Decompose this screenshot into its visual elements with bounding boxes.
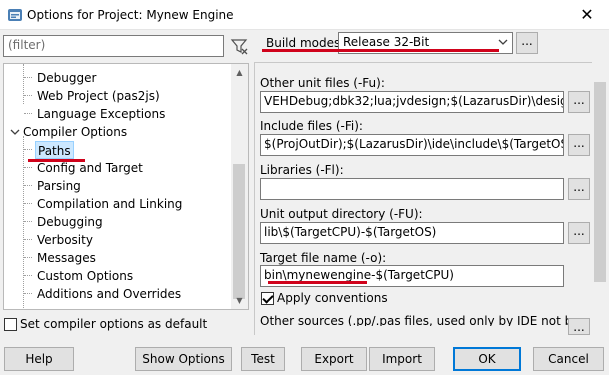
tree-item-config-and-target[interactable]: Config and Target <box>37 159 143 177</box>
other-sources-browse-button[interactable]: ... <box>568 318 590 335</box>
paths-panel-scrollbar[interactable] <box>592 62 609 335</box>
include-files-field[interactable]: $(ProjOutDir);$(LazarusDir)\ide\include\… <box>260 134 564 156</box>
unit-output-dir-browse-button[interactable]: ... <box>568 222 590 244</box>
tree-item-paths[interactable]: Paths <box>35 141 74 159</box>
window-close-button[interactable]: ✕ <box>565 0 609 30</box>
build-mode-value: Release 32-Bit <box>343 35 430 49</box>
tree-line <box>24 257 32 258</box>
include-files-label: Include files (-Fi): <box>260 119 363 133</box>
tree-item-custom-options[interactable]: Custom Options <box>37 267 133 285</box>
include-files-browse-button[interactable]: ... <box>568 134 590 156</box>
window-title: Options for Project: Mynew Engine <box>27 8 234 22</box>
tree-item-debugger[interactable]: Debugger <box>37 69 96 87</box>
other-unit-files-field[interactable]: VEHDebug;dbk32;lua;jvdesign;$(LazarusDir… <box>260 91 564 113</box>
tree-line <box>24 293 32 294</box>
other-sources-label: Other sources (.pp/.pas files, used only… <box>260 314 590 326</box>
test-button[interactable]: Test <box>241 347 285 371</box>
filter-input[interactable]: (filter) <box>3 35 224 57</box>
lazarus-app-icon <box>8 9 22 21</box>
tree-scrollbar[interactable]: ▲ ▼ <box>231 64 248 309</box>
chevron-down-icon <box>498 39 508 45</box>
tree-item-compiler-options[interactable]: Compiler Options <box>23 123 127 141</box>
cancel-button[interactable]: Cancel <box>533 347 604 371</box>
help-button[interactable]: Help <box>4 347 74 371</box>
scroll-down-arrow-icon[interactable]: ▼ <box>231 292 248 309</box>
show-options-button[interactable]: Show Options <box>135 347 232 371</box>
tree-line <box>24 95 32 96</box>
tree-line <box>24 185 32 186</box>
title-bar: Options for Project: Mynew Engine ✕ <box>0 0 609 30</box>
tree-item-debugging[interactable]: Debugging <box>37 213 103 231</box>
apply-conventions-checkbox[interactable] <box>261 292 274 305</box>
tree-line <box>24 167 32 168</box>
tree-line <box>24 203 32 204</box>
tree-scroll-thumb[interactable] <box>233 164 245 299</box>
set-default-label: Set compiler options as default <box>20 317 208 331</box>
tree-item-parsing[interactable]: Parsing <box>37 177 81 195</box>
chevron-down-icon[interactable] <box>10 127 20 137</box>
tree-line <box>24 275 32 276</box>
tree-item-verbosity[interactable]: Verbosity <box>37 231 93 249</box>
target-file-name-label: Target file name (-o): <box>260 251 387 265</box>
tree-item-additions-and-overrides[interactable]: Additions and Overrides <box>37 285 181 303</box>
clear-filter-icon[interactable] <box>228 35 250 57</box>
options-tree: Debugger Web Project (pas2js) Language E… <box>3 63 249 310</box>
import-button[interactable]: Import <box>369 347 435 371</box>
red-annotation-underline <box>262 49 499 52</box>
build-modes-label: Build modes <box>266 36 341 50</box>
tree-item-web-project[interactable]: Web Project (pas2js) <box>37 87 160 105</box>
paths-scroll-thumb[interactable] <box>594 82 606 282</box>
tree-item-compilation-and-linking[interactable]: Compilation and Linking <box>37 195 182 213</box>
tree-line <box>24 113 32 114</box>
libraries-label: Libraries (-Fl): <box>260 163 344 177</box>
tree-line <box>23 64 24 104</box>
tree-line <box>24 221 32 222</box>
apply-conventions-label: Apply conventions <box>277 291 388 305</box>
tree-line <box>24 239 32 240</box>
unit-output-dir-field[interactable]: lib\$(TargetCPU)-$(TargetOS) <box>260 222 564 244</box>
other-unit-files-label: Other unit files (-Fu): <box>260 76 385 90</box>
scroll-up-arrow-icon[interactable]: ▲ <box>231 64 248 81</box>
libraries-browse-button[interactable]: ... <box>568 178 590 200</box>
build-modes-edit-button[interactable]: ... <box>516 32 538 54</box>
set-default-checkbox[interactable] <box>4 318 17 331</box>
libraries-field[interactable] <box>260 178 564 200</box>
red-annotation-underline <box>268 281 367 284</box>
tree-line <box>24 77 32 78</box>
tree-item-language-exceptions[interactable]: Language Exceptions <box>37 105 165 123</box>
ok-button[interactable]: OK <box>453 347 521 371</box>
tree-item-messages[interactable]: Messages <box>37 249 96 267</box>
tree-line <box>24 149 32 150</box>
other-unit-files-browse-button[interactable]: ... <box>568 91 590 113</box>
export-button[interactable]: Export <box>301 347 367 371</box>
unit-output-dir-label: Unit output directory (-FU): <box>260 207 423 221</box>
tree-line <box>23 136 24 308</box>
